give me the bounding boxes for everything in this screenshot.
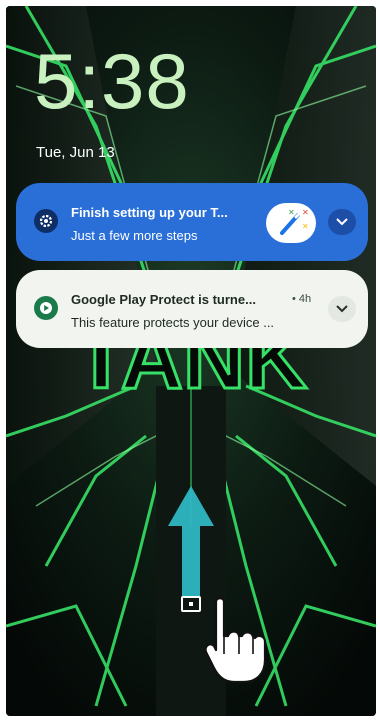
lock-screen: TANK 5:38 Tue, Jun 13 Finish setting up … xyxy=(6,6,376,716)
chevron-down-icon xyxy=(336,305,348,313)
notification-finish-setup[interactable]: Finish setting up your T... Just a few m… xyxy=(16,183,368,261)
notification-text: This feature protects your device ... xyxy=(71,315,275,330)
settings-gear-icon xyxy=(34,209,58,233)
tap-hand-icon xyxy=(204,597,267,684)
svg-text:✕: ✕ xyxy=(302,208,309,217)
expand-chevron-button[interactable] xyxy=(328,209,356,235)
expand-chevron-button[interactable] xyxy=(328,296,356,322)
notification-title: Finish setting up your T... xyxy=(71,205,228,220)
chevron-down-icon xyxy=(336,218,348,226)
notification-title: Google Play Protect is turne... xyxy=(71,292,256,307)
unlock-indicator[interactable] xyxy=(181,596,201,612)
svg-text:✕: ✕ xyxy=(302,222,309,231)
notification-time: • 4h xyxy=(292,293,312,305)
play-protect-icon xyxy=(34,296,58,320)
swipe-up-arrow-icon xyxy=(168,486,214,596)
lock-clock: 5:38 xyxy=(34,37,190,125)
lock-date: Tue, Jun 13 xyxy=(36,144,115,161)
svg-text:✕: ✕ xyxy=(288,208,295,217)
notification-play-protect[interactable]: Google Play Protect is turne... • 4h Thi… xyxy=(16,270,368,348)
notification-text: Just a few more steps xyxy=(71,228,198,243)
magic-wand-icon: ✕ ✕ ✕ xyxy=(266,203,316,243)
